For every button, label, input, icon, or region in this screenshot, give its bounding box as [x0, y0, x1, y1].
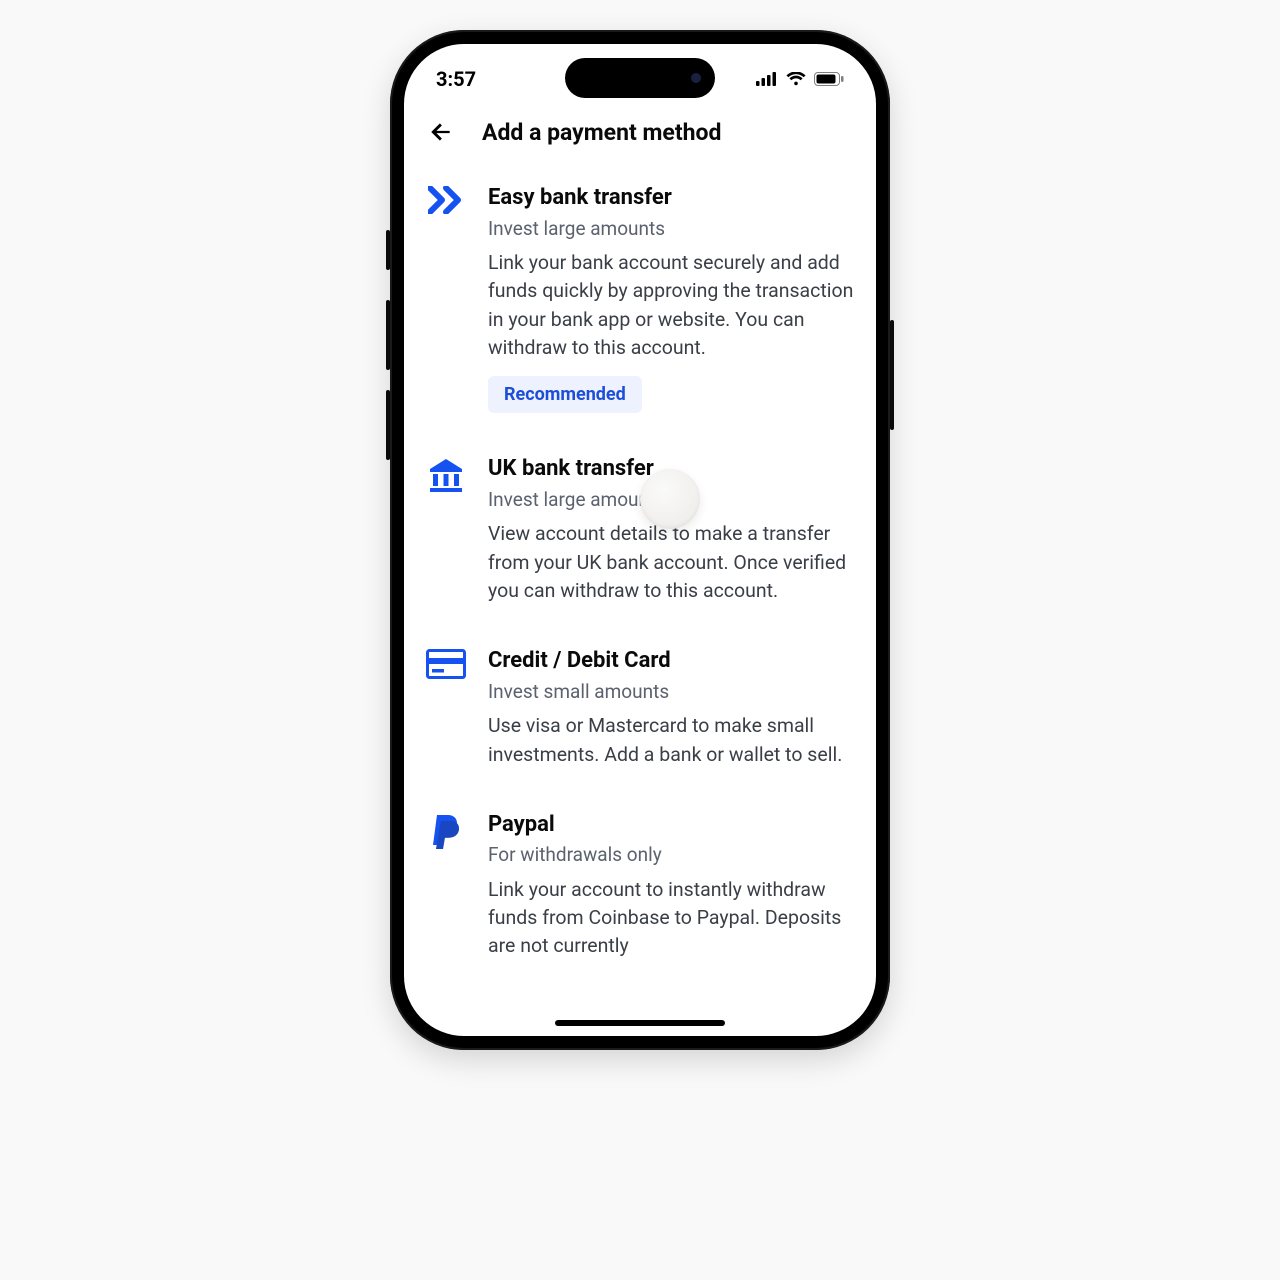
option-description: View account details to make a transfer …	[488, 520, 854, 605]
payment-method-list: Easy bank transfer Invest large amounts …	[404, 160, 876, 1036]
payment-option-uk-bank[interactable]: UK bank transfer Invest large amounts Vi…	[426, 439, 854, 631]
payment-option-paypal[interactable]: Paypal For withdrawals only Link your ac…	[426, 795, 854, 987]
battery-icon	[814, 72, 844, 86]
option-subtitle: For withdrawals only	[488, 842, 854, 868]
option-subtitle: Invest large amounts	[488, 216, 854, 242]
cellular-icon	[756, 72, 778, 86]
option-subtitle: Invest small amounts	[488, 679, 854, 705]
status-indicators	[756, 72, 844, 86]
back-button[interactable]	[426, 117, 456, 147]
page-title: Add a payment method	[482, 119, 721, 146]
bank-icon	[427, 457, 465, 493]
payment-option-card[interactable]: Credit / Debit Card Invest small amounts…	[426, 631, 854, 795]
option-title: Credit / Debit Card	[488, 647, 854, 675]
phone-frame: 3:57	[390, 30, 890, 1050]
option-description: Link your bank account securely and add …	[488, 249, 854, 362]
option-title: Easy bank transfer	[488, 184, 854, 212]
option-title: Paypal	[488, 811, 854, 839]
home-indicator[interactable]	[555, 1020, 725, 1026]
option-subtitle: Invest large amounts	[488, 487, 854, 513]
option-title: UK bank transfer	[488, 455, 854, 483]
option-description: Link your account to instantly withdraw …	[488, 876, 854, 961]
dynamic-island	[565, 58, 715, 98]
status-time: 3:57	[436, 67, 476, 91]
payment-option-easy-bank[interactable]: Easy bank transfer Invest large amounts …	[426, 178, 854, 439]
page-header: Add a payment method	[404, 104, 876, 160]
card-icon	[426, 649, 466, 679]
phone-side-button	[386, 300, 390, 370]
arrow-left-icon	[428, 119, 454, 145]
recommended-badge: Recommended	[488, 376, 642, 413]
phone-side-button	[386, 390, 390, 460]
double-chevron-icon	[428, 186, 464, 214]
wifi-icon	[786, 72, 806, 86]
phone-side-button	[890, 320, 894, 430]
paypal-icon	[429, 813, 463, 851]
phone-screen: 3:57	[404, 44, 876, 1036]
phone-side-button	[386, 230, 390, 270]
option-description: Use visa or Mastercard to make small inv…	[488, 712, 854, 769]
